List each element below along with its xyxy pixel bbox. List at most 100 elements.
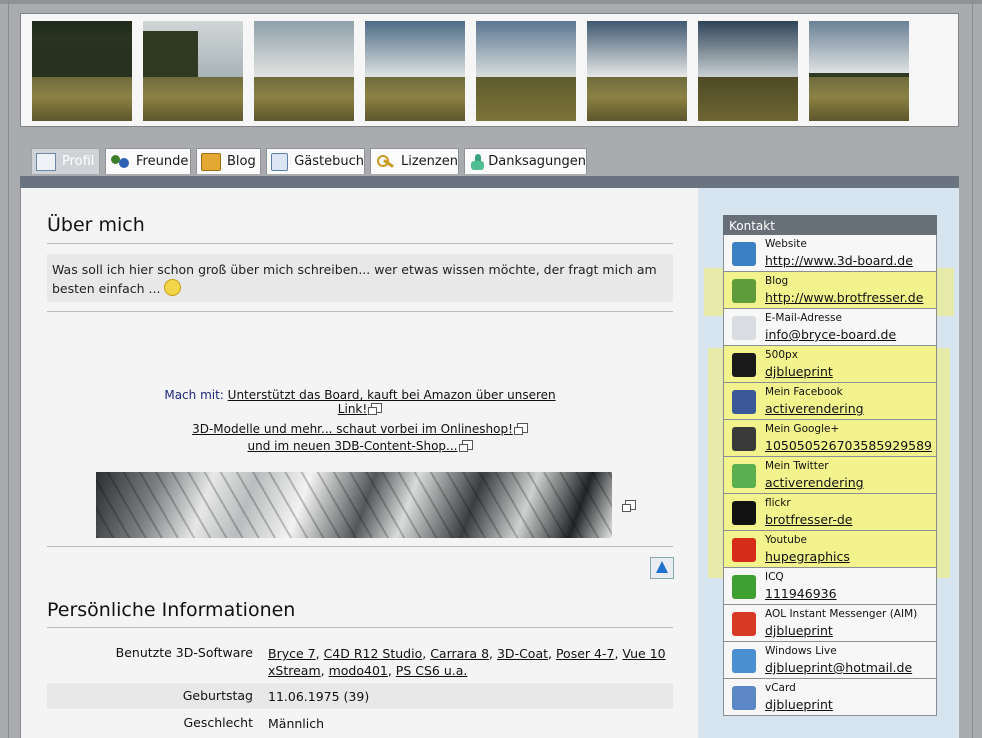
contact-link[interactable]: info@bryce-board.de	[765, 327, 896, 342]
contact-link[interactable]: 111946936	[765, 586, 837, 601]
contact-label: Mein Google+	[765, 423, 840, 435]
software-link[interactable]: Carrara 8	[430, 646, 489, 661]
tab-danksagungen[interactable]: Danksagungen	[464, 148, 587, 174]
birthday-label: Geburtstag	[182, 688, 253, 703]
about-text-box: Was soll ich hier schon groß über mich s…	[47, 254, 673, 302]
youtube-icon	[732, 538, 756, 562]
external-link-icon	[458, 440, 473, 452]
software-link[interactable]: 3D-Coat	[497, 646, 548, 661]
contact-link[interactable]: 105050526703585929589	[765, 438, 932, 453]
contact-box: Kontakt Website http://www.3d-board.de Blo…	[723, 215, 937, 716]
banner-photo-5	[476, 21, 576, 121]
twitter-icon	[732, 464, 756, 488]
contact-label: Website	[765, 238, 807, 250]
contact-row: E-Mail-Adresse info@bryce-board.de	[723, 309, 937, 346]
software-link[interactable]: Bryce 7	[268, 646, 316, 661]
banner-photo-1	[32, 21, 132, 121]
software-list: Bryce 7, C4D R12 Studio, Carrara 8, 3D-C…	[268, 646, 666, 678]
about-heading: Über mich	[47, 214, 145, 236]
frame-right-edge	[972, 0, 973, 738]
promo-render-banner[interactable]	[96, 472, 612, 538]
info-row-software: Benutzte 3D-Software Bryce 7, C4D R12 St…	[47, 640, 673, 680]
tab-label: Blog	[227, 154, 256, 169]
banner-photo-8	[809, 21, 909, 121]
software-label: Benutzte 3D-Software	[115, 645, 253, 660]
friends-icon	[110, 153, 130, 171]
contact-label: AOL Instant Messenger (AIM)	[765, 608, 918, 620]
tab-blog[interactable]: Blog	[196, 148, 261, 174]
software-link[interactable]: modo401	[329, 663, 388, 678]
contact-link[interactable]: activerendering	[765, 401, 864, 416]
smiley-icon	[164, 279, 182, 296]
external-link-icon	[513, 423, 528, 435]
icq-flower-icon	[732, 575, 756, 599]
contact-row: flickr brotfresser-de	[723, 494, 937, 531]
divider	[47, 627, 673, 628]
contact-link[interactable]: http://www.brotfresser.de	[765, 290, 923, 305]
external-link-icon	[622, 500, 636, 512]
contact-link[interactable]: brotfresser-de	[765, 512, 853, 527]
banner-photo-6	[587, 21, 687, 121]
contact-label: 500px	[765, 349, 798, 361]
contact-row: Blog http://www.brotfresser.de	[723, 272, 937, 309]
tab-freunde[interactable]: Freunde	[105, 148, 191, 174]
banner-photo-7	[698, 21, 798, 121]
contact-label: Mein Facebook	[765, 386, 843, 398]
contact-label: Windows Live	[765, 645, 837, 657]
tab-label: Profil	[62, 154, 95, 169]
frame-left-edge	[8, 0, 9, 738]
promo-prefix: Mach mit:	[164, 388, 224, 402]
aim-icon	[732, 612, 756, 636]
contact-row: AOL Instant Messenger (AIM) djblueprint	[723, 605, 937, 642]
contact-link[interactable]: djblueprint	[765, 697, 833, 712]
google-plus-icon	[732, 427, 756, 451]
contact-link[interactable]: djblueprint	[765, 623, 833, 638]
tab-bar-divider	[20, 176, 959, 188]
banner-photo-4	[365, 21, 465, 121]
contact-row: 500px djblueprint	[723, 346, 937, 383]
divider	[47, 311, 673, 312]
contact-label: Mein Twitter	[765, 460, 829, 472]
content-shop-link[interactable]: und im neuen 3DB-Content-Shop...	[248, 439, 458, 453]
contact-link[interactable]: djblueprint	[765, 364, 833, 379]
promo-content-shop-line: und im neuen 3DB-Content-Shop...	[190, 439, 530, 453]
amazon-link[interactable]: Unterstützt das Board, kauft bei Amazon …	[228, 388, 556, 416]
contact-row: ICQ 111946936	[723, 568, 937, 605]
promo-shop-line: 3D-Modelle und mehr... schaut vorbei im …	[190, 422, 530, 436]
profile-card-icon	[36, 152, 56, 171]
contact-link[interactable]: http://www.3d-board.de	[765, 253, 913, 268]
windows-live-icon	[732, 649, 756, 673]
software-link[interactable]: C4D R12 Studio	[324, 646, 423, 661]
about-text: Was soll ich hier schon groß über mich s…	[52, 262, 657, 296]
tab-gaestebuch[interactable]: Gästebuch	[266, 148, 365, 174]
contact-row: Mein Google+ 105050526703585929589	[723, 420, 937, 457]
onlineshop-link[interactable]: 3D-Modelle und mehr... schaut vorbei im …	[192, 422, 513, 436]
software-link[interactable]: PS CS6 u.a.	[396, 663, 468, 678]
contact-label: Blog	[765, 275, 789, 287]
contact-link[interactable]: djblueprint@hotmail.de	[765, 660, 912, 675]
contact-row: vCard djblueprint	[723, 679, 937, 716]
top-frame	[0, 0, 982, 4]
tab-profil[interactable]: Profil	[31, 148, 100, 174]
tab-lizenzen[interactable]: Lizenzen	[370, 148, 459, 174]
contact-label: E-Mail-Adresse	[765, 312, 842, 324]
tab-label: Freunde	[136, 154, 189, 169]
contact-row: Youtube hupegraphics	[723, 531, 937, 568]
birthday-value: 11.06.1975 (39)	[268, 689, 370, 704]
gender-label: Geschlecht	[183, 715, 253, 730]
gender-value: Männlich	[268, 716, 325, 731]
divider	[47, 243, 673, 244]
divider	[47, 546, 673, 547]
house-icon	[732, 242, 756, 266]
flickr-icon	[732, 501, 756, 525]
book-icon	[201, 152, 221, 171]
software-link[interactable]: Poser 4-7	[556, 646, 614, 661]
contact-row: Website http://www.3d-board.de	[723, 235, 937, 272]
banner-photo-2	[143, 21, 243, 121]
info-row-birthday: Geburtstag 11.06.1975 (39)	[47, 683, 673, 709]
contact-label: vCard	[765, 682, 796, 694]
contact-label: flickr	[765, 497, 791, 509]
scroll-to-top-button[interactable]	[650, 557, 674, 579]
contact-link[interactable]: activerendering	[765, 475, 864, 490]
contact-link[interactable]: hupegraphics	[765, 549, 850, 564]
